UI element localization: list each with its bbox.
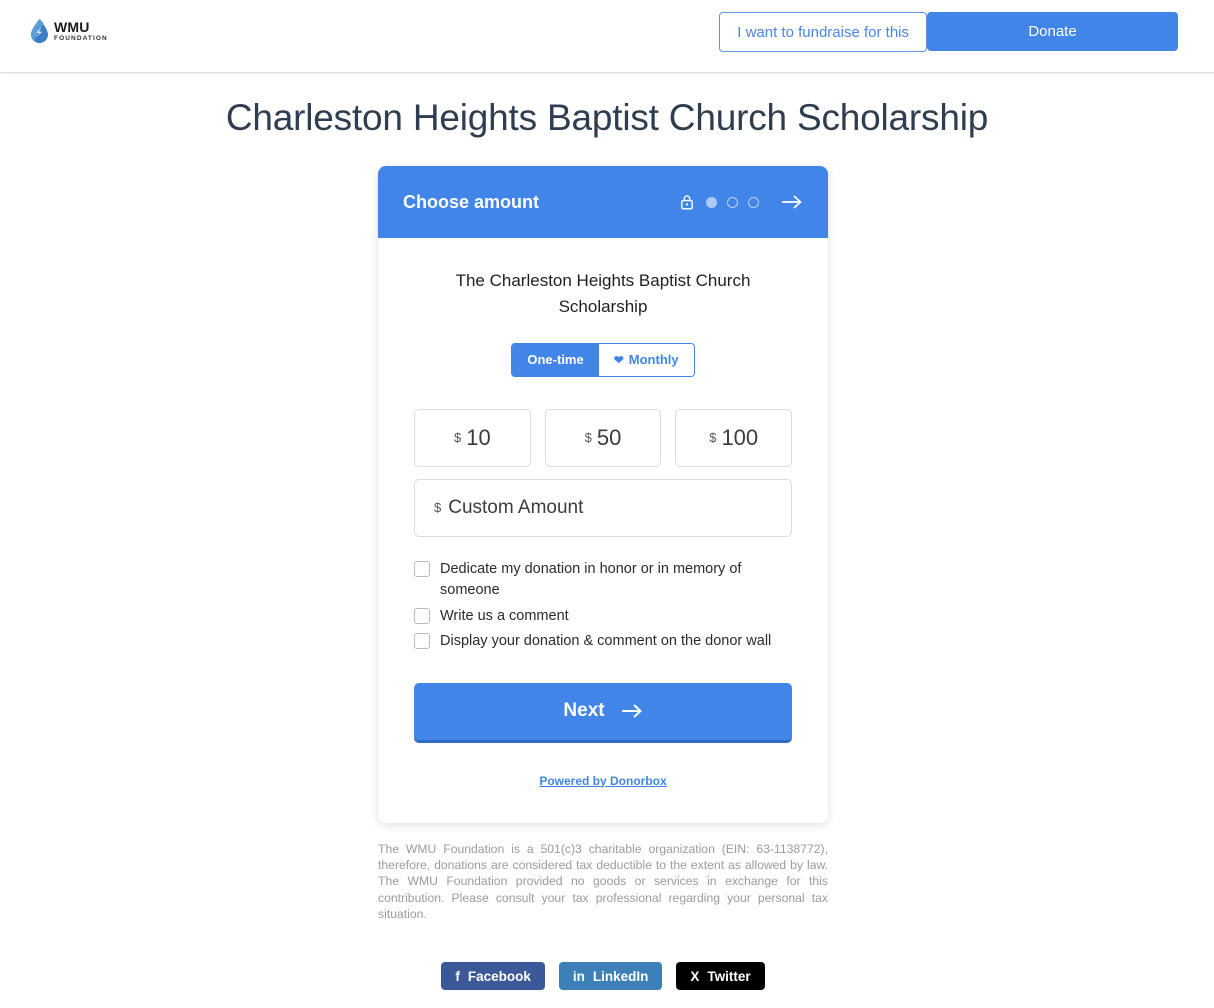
next-button-label: Next: [563, 700, 605, 721]
checkbox-row-dedicate[interactable]: Dedicate my donation in honor or in memo…: [414, 559, 792, 602]
frequency-toggle: One-time ❤ Monthly: [511, 342, 695, 377]
share-twitter-button[interactable]: X Twitter: [676, 962, 765, 990]
step-header-tools: [680, 194, 803, 210]
arrow-right-icon: [621, 704, 642, 718]
twitter-label: Twitter: [707, 968, 751, 984]
tax-disclaimer-text: The WMU Foundation is a 501(c)3 charitab…: [378, 842, 828, 921]
dedicate-checkbox[interactable]: [414, 560, 430, 577]
fundraise-button[interactable]: I want to fundraise for this: [719, 12, 927, 52]
comment-checkbox[interactable]: [414, 607, 430, 624]
monthly-label: Monthly: [628, 352, 679, 368]
preset-amount-group: $ 10 $ 50 $ 100: [414, 408, 793, 467]
step-dot-3[interactable]: [748, 196, 759, 208]
step-indicator-dots: [706, 196, 759, 208]
widget-step-header: Choose amount: [378, 166, 828, 238]
amount-value: 50: [596, 424, 622, 450]
frequency-toggle-wrapper: One-time ❤ Monthly: [414, 342, 792, 377]
amount-value: 10: [466, 424, 491, 450]
logo-subtitle: FOUNDATION: [54, 34, 108, 42]
wmu-foundation-logo[interactable]: WMU FOUNDATION: [30, 19, 108, 43]
twitter-x-icon: X: [690, 968, 700, 984]
powered-by-section: Powered by Donorbox: [414, 743, 792, 823]
donor-wall-checkbox[interactable]: [414, 633, 430, 650]
lock-icon: [681, 195, 693, 210]
currency-symbol: $: [434, 500, 442, 516]
step-dot-2[interactable]: [727, 196, 738, 208]
amount-value: 100: [721, 424, 759, 450]
next-button[interactable]: Next: [414, 682, 792, 743]
powered-by-donorbox-link[interactable]: Powered by Donorbox: [539, 774, 666, 788]
page-title: Charleston Heights Baptist Church Schola…: [225, 97, 989, 138]
step-title: Choose amount: [403, 191, 540, 212]
donation-widget: Choose amount The Charleston Heights Bap…: [378, 166, 828, 823]
widget-body: The Charleston Heights Baptist Church Sc…: [378, 238, 828, 823]
dedicate-checkbox-label: Dedicate my donation in honor or in memo…: [440, 560, 742, 599]
linkedin-label: LinkedIn: [592, 968, 649, 984]
logo-wordmark: WMU: [54, 18, 90, 35]
facebook-label: Facebook: [467, 968, 531, 984]
linkedin-icon: in: [572, 968, 585, 984]
monthly-option[interactable]: ❤ Monthly: [598, 343, 694, 376]
one-time-option[interactable]: One-time: [512, 343, 599, 376]
social-share-bar: f Facebook in LinkedIn X Twitter: [378, 962, 828, 990]
water-drop-icon: [31, 19, 48, 43]
donate-button[interactable]: Donate: [927, 12, 1178, 51]
amount-option-2[interactable]: $ 50: [544, 408, 662, 467]
amount-option-3[interactable]: $ 100: [675, 408, 793, 467]
top-navigation-bar: WMU FOUNDATION I want to fundraise for t…: [0, 0, 1214, 73]
one-time-label: One-time: [527, 352, 584, 368]
checkbox-row-comment[interactable]: Write us a comment: [414, 606, 792, 627]
share-facebook-button[interactable]: f Facebook: [441, 962, 545, 990]
heart-icon: ❤: [613, 352, 624, 367]
options-checkbox-group: Dedicate my donation in honor or in memo…: [414, 559, 792, 653]
amount-option-1[interactable]: $ 10: [414, 408, 531, 467]
donor-wall-checkbox-label: Display your donation & comment on the d…: [440, 633, 772, 650]
campaign-name: The Charleston Heights Baptist Church Sc…: [455, 271, 751, 317]
custom-amount-field[interactable]: $: [414, 478, 792, 537]
comment-checkbox-label: Write us a comment: [440, 607, 569, 624]
next-step-arrow-icon[interactable]: [781, 194, 803, 210]
currency-symbol: $: [584, 430, 592, 446]
currency-symbol: $: [709, 430, 717, 446]
custom-amount-input[interactable]: [446, 495, 772, 520]
share-linkedin-button[interactable]: in LinkedIn: [558, 962, 663, 990]
step-dot-1[interactable]: [706, 196, 717, 208]
checkbox-row-donor-wall[interactable]: Display your donation & comment on the d…: [414, 631, 792, 652]
currency-symbol: $: [453, 430, 462, 446]
facebook-icon: f: [455, 968, 460, 984]
